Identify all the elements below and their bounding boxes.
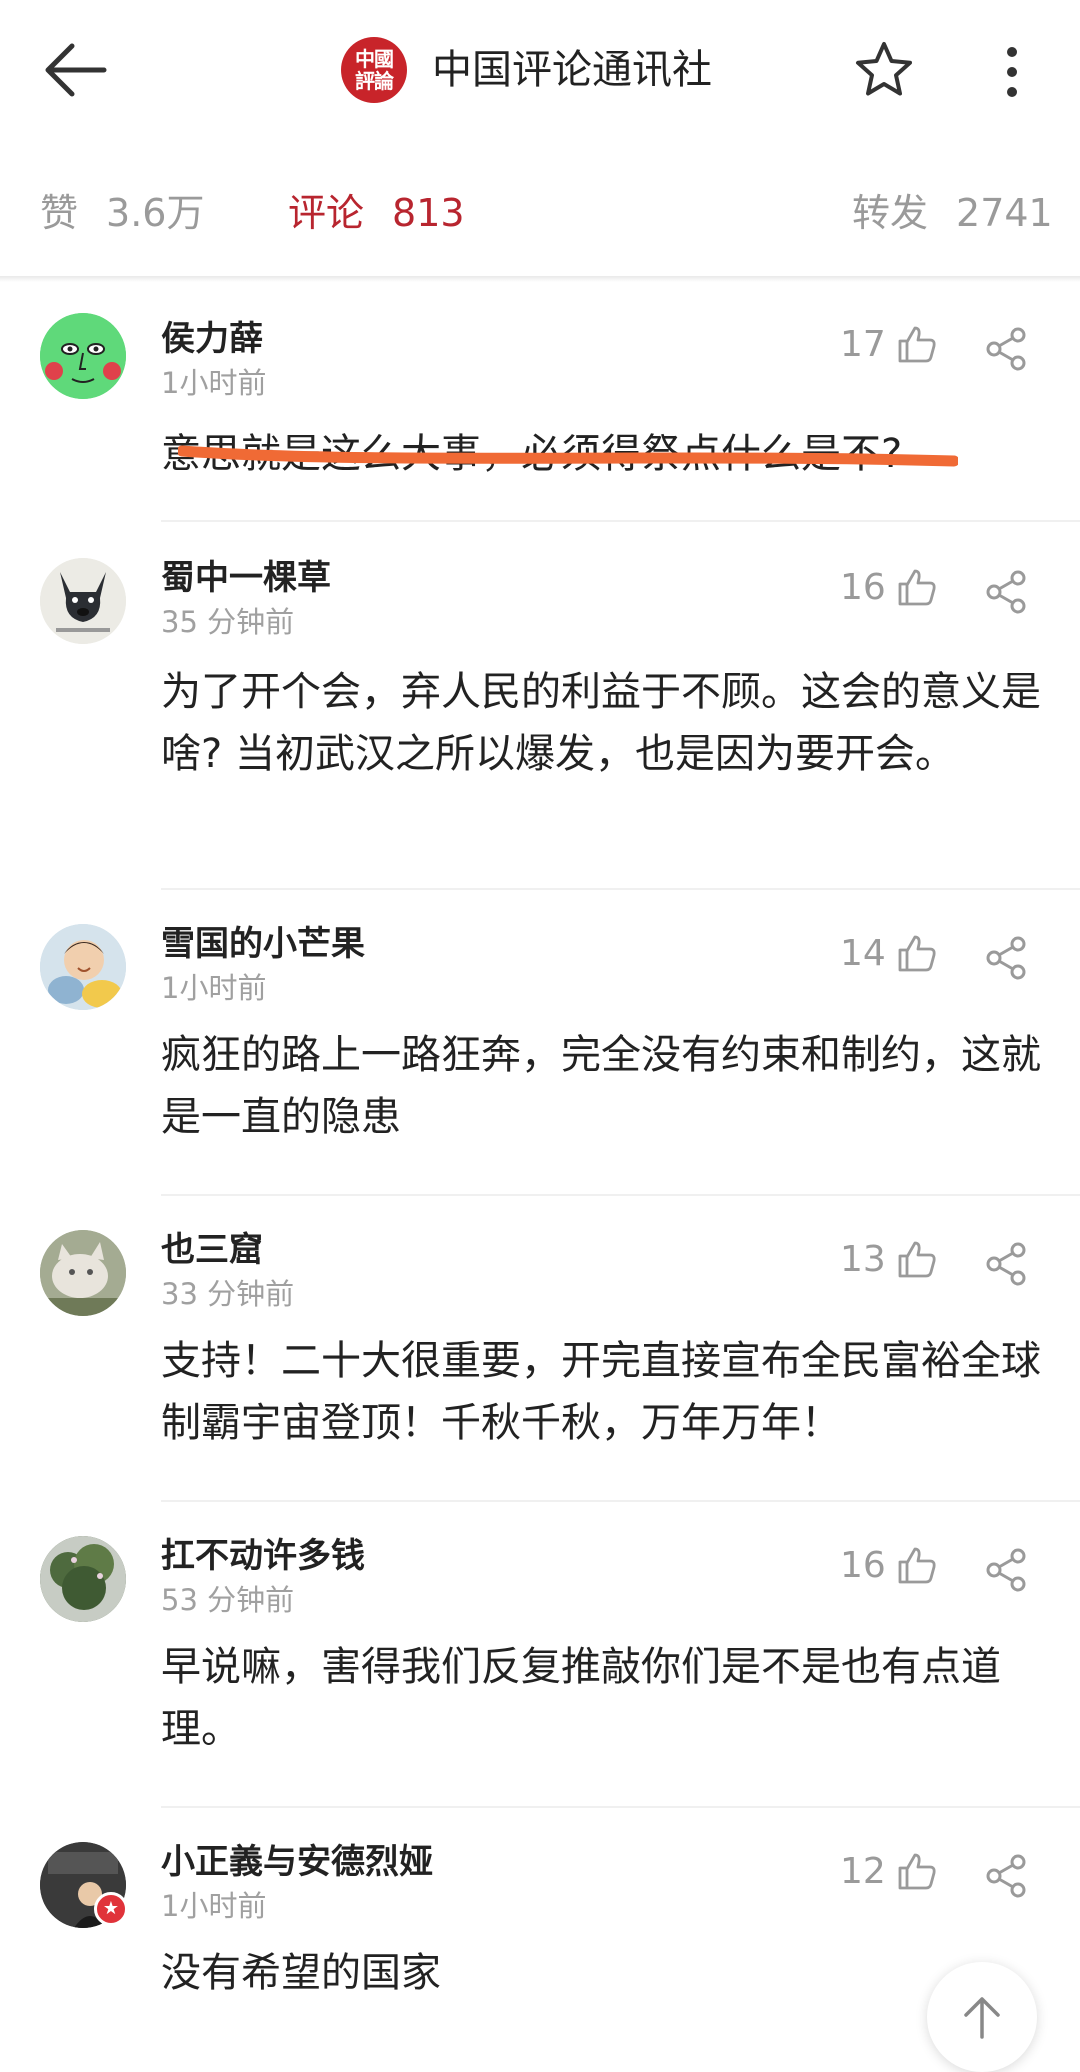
comment-time: 35 分钟前	[161, 605, 295, 639]
top-bar: 中國評論 中国评论通讯社	[0, 0, 1080, 140]
share-button[interactable]	[982, 934, 1030, 982]
share-icon	[986, 327, 1026, 371]
like-button[interactable]: 13	[840, 1238, 938, 1280]
back-button[interactable]	[40, 34, 120, 106]
share-icon	[986, 1854, 1026, 1898]
comment-username[interactable]: 侯力薛	[161, 317, 263, 361]
reposts-label: 转发	[852, 191, 929, 235]
comment-time: 1小时前	[161, 971, 267, 1005]
avatar[interactable]	[40, 924, 126, 1010]
scroll-to-top-button[interactable]	[927, 1962, 1037, 2072]
page-title: 中国评论通讯社	[432, 47, 712, 93]
stats-bar: 赞 3.6万 评论 813 转发 2741	[0, 168, 1080, 258]
comment-divider	[161, 520, 1080, 522]
comment-divider	[161, 1194, 1080, 1196]
dog-photo-icon	[40, 558, 126, 644]
comments-count: 813	[392, 191, 465, 235]
cat-photo-icon	[40, 1230, 126, 1316]
comment-divider	[161, 1806, 1080, 1808]
comment-text: 没有希望的国家	[161, 1950, 441, 1996]
share-icon	[986, 570, 1026, 614]
child-photo-icon	[40, 924, 126, 1010]
logo-text: 中國評論	[355, 47, 394, 93]
comment-divider	[161, 1500, 1080, 1502]
cartoon-face-icon	[40, 313, 126, 399]
comment-text: 早说嘛，害得我们反复推敲你们是不是也有点道理。	[161, 1644, 1001, 1752]
comment-username[interactable]: 也三窟	[161, 1228, 263, 1272]
like-button[interactable]: 14	[840, 932, 938, 974]
comment-username[interactable]: 雪国的小芒果	[161, 922, 365, 966]
comment-time: 1小时前	[161, 1889, 267, 1923]
hand-drawn-underline	[178, 445, 958, 467]
tab-likes[interactable]: 赞 3.6万	[40, 168, 204, 258]
like-button[interactable]: 17	[840, 323, 938, 365]
like-count: 12	[840, 1850, 886, 1892]
comments-label: 评论	[288, 191, 365, 235]
tab-comments[interactable]: 评论 813	[288, 168, 465, 258]
avatar[interactable]	[40, 313, 126, 399]
arrow-left-icon	[45, 43, 107, 97]
share-icon	[986, 936, 1026, 980]
thumbs-up-icon	[898, 326, 936, 363]
reposts-count: 2741	[956, 191, 1053, 235]
like-button[interactable]: 16	[840, 566, 938, 608]
thumbs-up-icon	[898, 1241, 936, 1278]
thumbs-up-icon	[898, 569, 936, 606]
share-button[interactable]	[982, 1546, 1030, 1594]
comment-item: 扛不动许多钱 53 分钟前 16 早说嘛，害得我们反复推敲你们是不是也有点道理。	[0, 1500, 1080, 1806]
share-button[interactable]	[982, 325, 1030, 373]
comment-item: 蜀中一棵草 35 分钟前 16 为了开个会，弃人民的利益于不顾。这会的意义是啥?…	[0, 520, 1080, 888]
comment-text: 支持！二十大很重要，开完直接宣布全民富裕全球制霸宇宙登顶！千秋千秋，万年万年！	[161, 1338, 1041, 1446]
comment-time: 1小时前	[161, 366, 267, 400]
avatar[interactable]	[40, 1230, 126, 1316]
comment-item: 雪国的小芒果 1小时前 14 疯狂的路上一路狂奔，完全没有约束和制约，这就是一直…	[0, 888, 1080, 1194]
comment-text: 为了开个会，弃人民的利益于不顾。这会的意义是啥? 当初武汉之所以爆发，也是因为要…	[161, 669, 1041, 777]
more-options-button[interactable]	[990, 40, 1034, 104]
tree-photo-icon	[40, 1536, 126, 1622]
comment-item: ★ 小正義与安德烈娅 1小时前 12 没有希望的国家	[0, 1806, 1080, 2070]
comment-item: 侯力薛 1小时前 17 意思就是这么大事，必须得祭点什么是不?	[0, 295, 1080, 520]
like-button[interactable]: 12	[840, 1850, 938, 1892]
share-button[interactable]	[982, 1852, 1030, 1900]
like-count: 17	[840, 323, 886, 365]
comment-username[interactable]: 扛不动许多钱	[161, 1534, 365, 1578]
comment-time: 33 分钟前	[161, 1277, 295, 1311]
arrow-up-icon	[964, 1997, 1000, 2039]
stats-divider	[0, 276, 1080, 282]
more-vertical-icon	[1007, 47, 1017, 97]
share-button[interactable]	[982, 568, 1030, 616]
share-icon	[986, 1242, 1026, 1286]
comment-username[interactable]: 蜀中一棵草	[161, 556, 331, 600]
avatar[interactable]	[40, 1536, 126, 1622]
like-count: 13	[840, 1238, 886, 1280]
likes-count: 3.6万	[106, 191, 205, 235]
share-icon	[986, 1548, 1026, 1592]
verified-badge: ★	[94, 1892, 128, 1926]
tab-reposts[interactable]: 转发 2741	[852, 168, 1053, 258]
comment-divider	[161, 888, 1080, 890]
like-count: 14	[840, 932, 886, 974]
star-icon	[856, 42, 912, 96]
like-count: 16	[840, 1544, 886, 1586]
avatar[interactable]	[40, 558, 126, 644]
thumbs-up-icon	[898, 1547, 936, 1584]
comment-text: 疯狂的路上一路狂奔，完全没有约束和制约，这就是一直的隐患	[161, 1032, 1041, 1140]
comment-username[interactable]: 小正義与安德烈娅	[161, 1840, 433, 1884]
like-button[interactable]: 16	[840, 1544, 938, 1586]
likes-label: 赞	[40, 191, 79, 235]
avatar[interactable]: ★	[40, 1842, 128, 1928]
channel-logo[interactable]: 中國評論	[341, 37, 407, 103]
comment-time: 53 分钟前	[161, 1583, 295, 1617]
comment-item: 也三窟 33 分钟前 13 支持！二十大很重要，开完直接宣布全民富裕全球制霸宇宙…	[0, 1194, 1080, 1500]
thumbs-up-icon	[898, 1853, 936, 1890]
share-button[interactable]	[982, 1240, 1030, 1288]
like-count: 16	[840, 566, 886, 608]
thumbs-up-icon	[898, 935, 936, 972]
favorite-button[interactable]	[852, 38, 916, 102]
